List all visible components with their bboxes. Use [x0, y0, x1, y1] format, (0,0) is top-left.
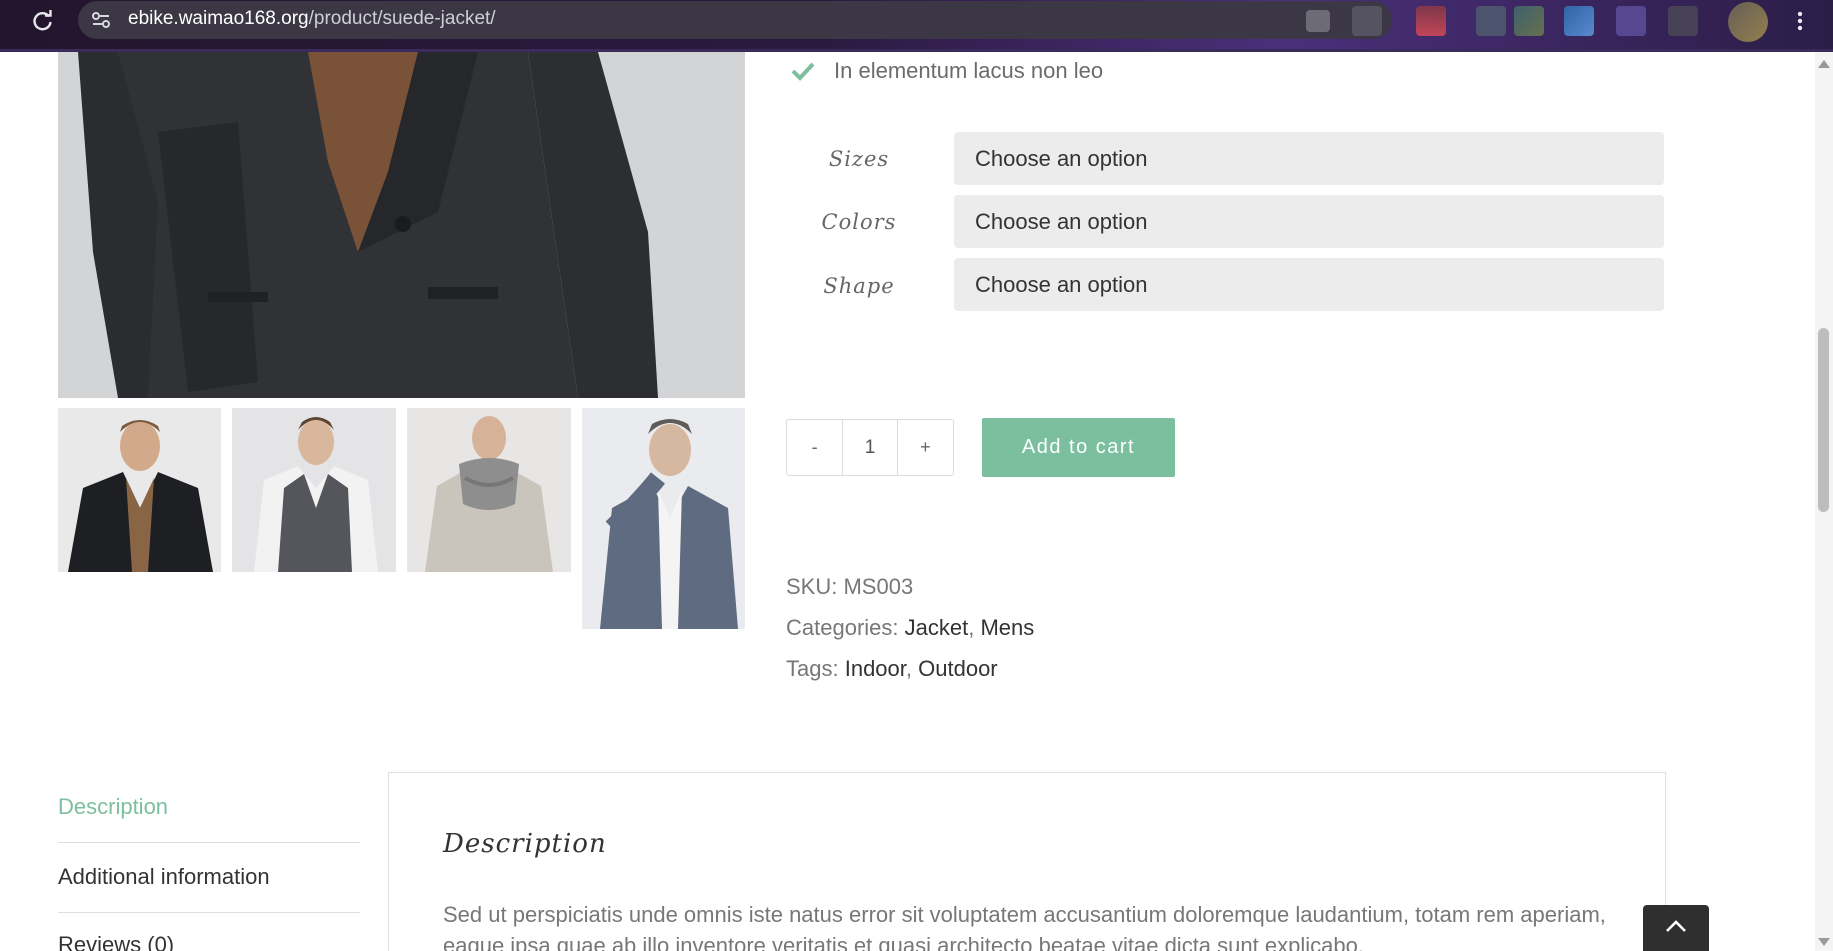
- tags-label: Tags:: [786, 656, 839, 681]
- extension-icon[interactable]: [1476, 6, 1506, 36]
- scroll-up-icon[interactable]: [1817, 56, 1831, 68]
- back-to-top-button[interactable]: [1643, 905, 1709, 951]
- tab-divider: [58, 842, 360, 843]
- product-sku: SKU: MS003: [786, 574, 913, 600]
- product-thumbnail[interactable]: [582, 408, 745, 629]
- product-feature: In elementum lacus non leo: [790, 56, 1103, 86]
- tab-additional-information[interactable]: Additional information: [58, 864, 360, 890]
- scroll-down-icon[interactable]: [1817, 934, 1831, 946]
- category-link-jacket[interactable]: Jacket: [905, 615, 969, 640]
- url-path: /product/suede-jacket/: [308, 8, 496, 29]
- sku-value: MS003: [843, 574, 914, 599]
- tab-divider: [58, 912, 360, 913]
- product-thumbnail[interactable]: [232, 408, 396, 572]
- extension-icon[interactable]: [1514, 6, 1544, 36]
- tab-description[interactable]: Description: [58, 794, 360, 820]
- feature-text: In elementum lacus non leo: [834, 58, 1104, 83]
- check-icon: [790, 60, 816, 82]
- separator: ,: [968, 615, 975, 640]
- product-categories: Categories: Jacket, Mens: [786, 615, 1034, 641]
- variation-label-shape: Shape: [823, 274, 895, 298]
- menu-dots-icon[interactable]: [1790, 6, 1810, 36]
- category-link-mens[interactable]: Mens: [980, 615, 1034, 640]
- categories-label: Categories:: [786, 615, 899, 640]
- product-thumbnail[interactable]: [58, 408, 221, 572]
- separator: ,: [905, 656, 913, 681]
- quantity-increase-button[interactable]: +: [898, 420, 953, 475]
- add-to-cart-button[interactable]: Add to cart: [982, 418, 1175, 477]
- extension-icon[interactable]: [1668, 6, 1698, 36]
- site-settings-icon[interactable]: [90, 9, 112, 31]
- profile-avatar[interactable]: [1728, 2, 1768, 42]
- extension-icon[interactable]: [1564, 6, 1594, 36]
- product-tags: Tags: Indoor, Outdoor: [786, 656, 998, 682]
- colors-select[interactable]: Choose an option: [954, 195, 1664, 248]
- quantity-stepper: - 1 +: [786, 419, 954, 476]
- panel-title: Description: [443, 829, 607, 859]
- chevron-up-icon: [1665, 919, 1687, 938]
- product-main-image[interactable]: [58, 52, 745, 398]
- quantity-input[interactable]: 1: [842, 420, 898, 475]
- tab-reviews[interactable]: Reviews (0): [58, 932, 360, 951]
- panel-text-line2: eaque ipsa quae ab illo inventore verita…: [443, 933, 1364, 951]
- reload-icon[interactable]: [28, 6, 58, 36]
- variation-label-sizes: Sizes: [828, 147, 890, 171]
- extension-icon[interactable]: [1616, 6, 1646, 36]
- extension-icon[interactable]: [1416, 6, 1446, 36]
- extension-icon[interactable]: [1352, 6, 1382, 36]
- shape-select[interactable]: Choose an option: [954, 258, 1664, 311]
- scrollbar-thumb[interactable]: [1818, 328, 1829, 512]
- tag-link-outdoor[interactable]: Outdoor: [918, 656, 998, 681]
- panel-text: Sed ut perspiciatis unde omnis iste natu…: [443, 902, 1606, 927]
- product-thumbnail[interactable]: [407, 408, 571, 572]
- sku-label: SKU:: [786, 574, 838, 599]
- tag-link-indoor[interactable]: Indoor: [845, 656, 906, 681]
- url-host: ebike.waimao168.org: [128, 8, 309, 29]
- sizes-select[interactable]: Choose an option: [954, 132, 1664, 185]
- variation-label-colors: Colors: [821, 210, 897, 234]
- extension-icon[interactable]: [1306, 10, 1330, 32]
- quantity-decrease-button[interactable]: -: [787, 420, 842, 475]
- url-text[interactable]: ebike.waimao168.org/product/suede-jacket…: [128, 8, 496, 30]
